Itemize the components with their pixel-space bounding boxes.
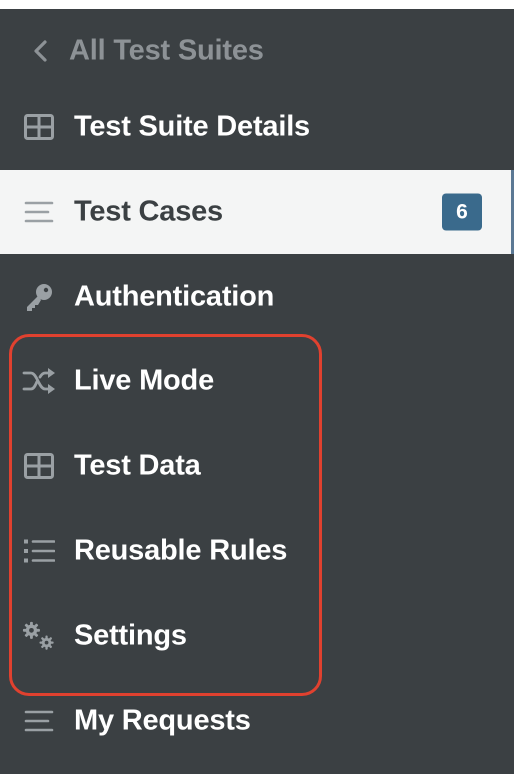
sidebar-item-test-cases[interactable]: Test Cases 6 — [0, 170, 514, 254]
sidebar-item-label: Reusable Rules — [74, 534, 288, 567]
sidebar-item-test-suite-details[interactable]: Test Suite Details — [0, 85, 514, 169]
sidebar-item-label: Live Mode — [74, 364, 214, 397]
sidebar-item-test-data[interactable]: Test Data — [0, 424, 514, 508]
sidebar-item-label: Test Cases — [74, 195, 223, 228]
lines-icon — [22, 704, 56, 738]
list-icon — [22, 534, 56, 568]
table-grid-icon — [22, 449, 56, 483]
shuffle-icon — [22, 364, 56, 398]
test-cases-count-badge: 6 — [442, 193, 482, 231]
sidebar-item-label: My Requests — [74, 704, 251, 737]
sidebar-item-reusable-rules[interactable]: Reusable Rules — [0, 509, 514, 593]
sidebar-item-settings[interactable]: Settings — [0, 594, 514, 678]
sidebar-item-label: Test Data — [74, 449, 201, 482]
back-label: All Test Suites — [69, 34, 264, 67]
table-grid-icon — [22, 110, 56, 144]
key-icon — [22, 280, 56, 314]
lines-icon — [22, 195, 56, 229]
sidebar-item-label: Settings — [74, 619, 187, 652]
chevron-left-icon — [24, 34, 58, 68]
gears-icon — [22, 619, 56, 653]
sidebar-item-label: Authentication — [74, 280, 275, 313]
sidebar-item-my-requests[interactable]: My Requests — [0, 679, 514, 763]
sidebar-item-label: Test Suite Details — [74, 110, 310, 143]
back-to-all-test-suites-link[interactable]: All Test Suites — [0, 9, 514, 93]
sidebar: All Test Suites Test Suite Details Test … — [0, 9, 514, 774]
sidebar-item-authentication[interactable]: Authentication — [0, 255, 514, 339]
sidebar-item-live-mode[interactable]: Live Mode — [0, 339, 514, 423]
